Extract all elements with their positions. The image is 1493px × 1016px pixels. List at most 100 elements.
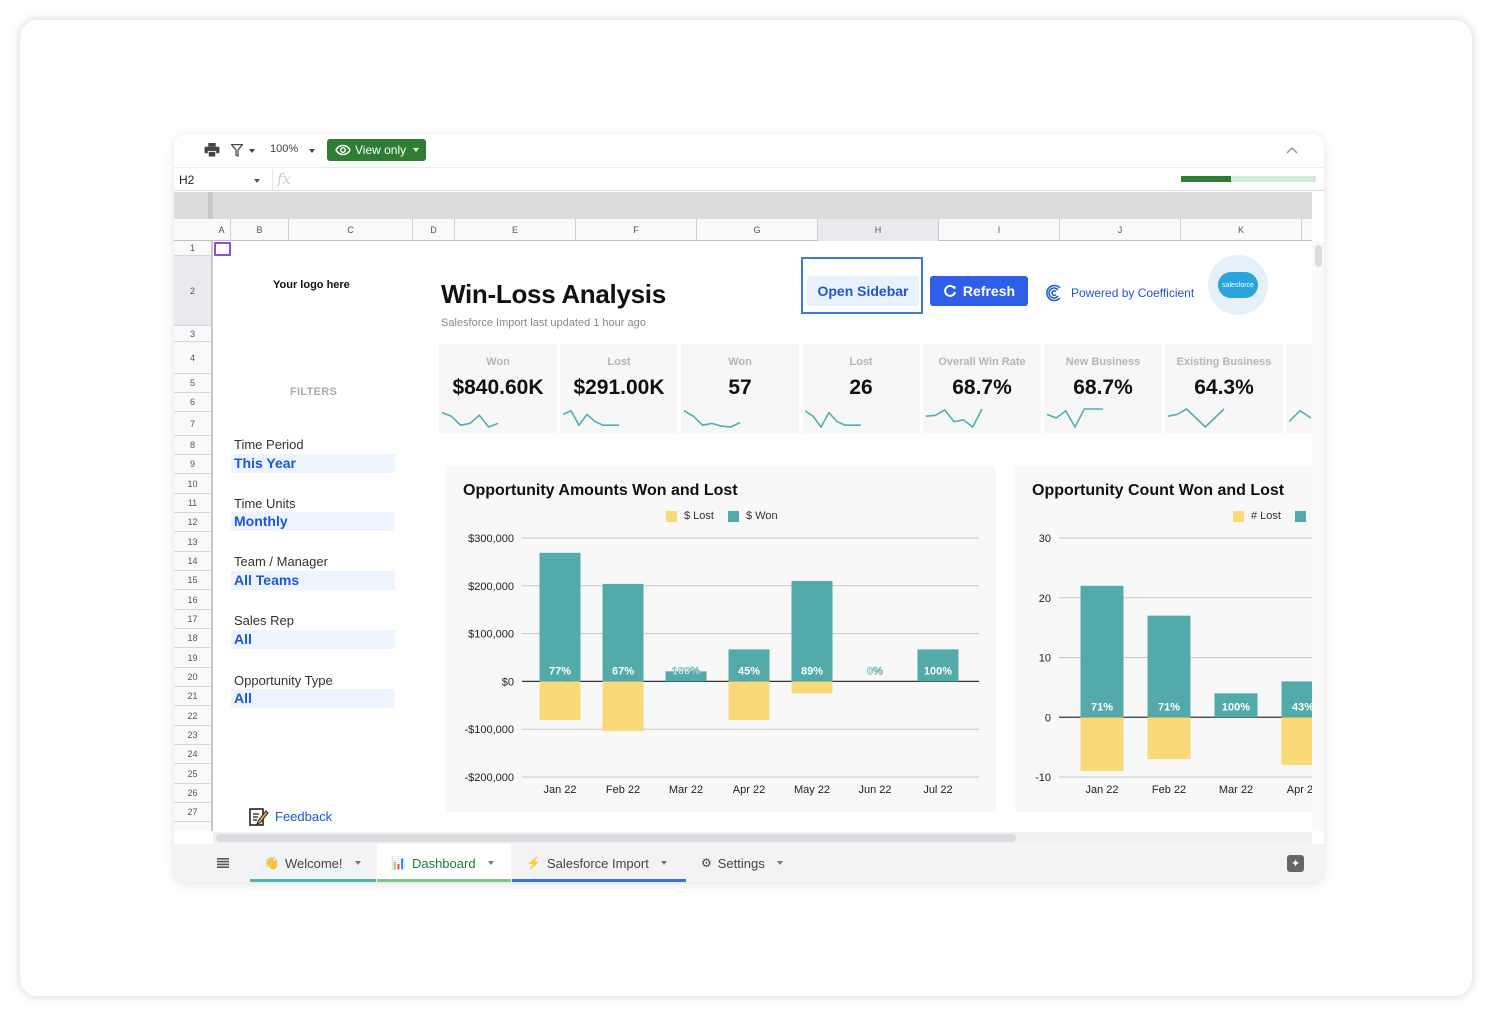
row-header-27[interactable]: 27 [174,803,211,822]
column-header-b[interactable]: B [231,219,289,241]
kpi-value: 26 [849,376,873,399]
bar-lost [539,681,581,721]
filter-dropdown-caret[interactable] [249,149,255,153]
sparkline [805,410,861,429]
chevron-down-icon[interactable] [487,861,494,865]
row-header-15[interactable]: 15 [174,571,211,590]
row-header-8[interactable]: 8 [174,436,211,455]
column-header-j[interactable]: J [1060,219,1181,241]
vertical-scrollbar[interactable] [1312,241,1324,831]
row-header-19[interactable]: 19 [174,648,211,668]
explore-icon[interactable]: ✦ [1287,855,1304,872]
row-header-14[interactable]: 14 [174,552,211,571]
row-header-1[interactable]: 1 [174,241,211,256]
fx-icon: fx [277,170,292,188]
sparkline-line [1168,408,1225,429]
feedback-link[interactable]: Feedback [249,807,332,826]
filter-time-units-value[interactable]: Monthly [231,512,395,531]
horizontal-scrollbar[interactable] [213,832,1312,844]
sheet-grid[interactable]: Your logo here FILTERS Time Period This … [213,241,1312,831]
column-header-f[interactable]: F [576,219,697,241]
column-header-c[interactable]: C [289,219,413,241]
x-tick-label: Feb 22 [1152,784,1186,796]
filter-time-period-label: Time Period [234,437,304,452]
sparkline [684,410,741,428]
sheet-tab-dashboard[interactable]: 📊 Dashboard [377,844,511,882]
filter-time-units-label: Time Units [234,496,296,511]
column-header-h[interactable]: H [818,219,939,241]
kpi-label: Overall Win Rate [938,356,1026,368]
chevron-down-icon[interactable] [776,861,783,865]
filter-opportunity-type-value[interactable]: All [231,689,395,708]
kpi-card [1286,344,1312,433]
chevron-down-icon[interactable] [660,861,667,865]
refresh-button[interactable]: Refresh [930,276,1028,306]
row-header-23[interactable]: 23 [174,726,211,745]
column-header-i[interactable]: I [939,219,1060,241]
row-header-11[interactable]: 11 [174,494,211,513]
vertical-scroll-thumb[interactable] [1315,245,1322,267]
kpi-label: Existing Business [1176,356,1272,368]
row-header-13[interactable]: 13 [174,532,211,552]
select-all-corner[interactable] [174,219,213,241]
kpi-card: Lost 26 [802,344,920,433]
zoom-dropdown-caret[interactable] [309,149,315,153]
bar-data-label: 100% [672,665,700,677]
formula-input[interactable] [310,173,1160,187]
chevron-down-icon[interactable] [354,861,361,865]
row-header-17[interactable]: 17 [174,610,211,629]
column-header-e[interactable]: E [455,219,576,241]
sheet-tab-salesforce-import[interactable]: ⚡ Salesforce Import [512,844,686,882]
row-header-7[interactable]: 7 [174,412,211,436]
row-header-25[interactable]: 25 [174,764,211,784]
zoom-select[interactable]: 100% [270,143,298,155]
filter-icon[interactable] [231,144,243,157]
bar-data-label: 100% [1222,701,1250,713]
name-box[interactable]: H2 [179,173,194,187]
row-header-22[interactable]: 22 [174,706,211,726]
row-header-4[interactable]: 4 [174,342,211,374]
row-header-12[interactable]: 12 [174,513,211,532]
printer-icon[interactable] [204,143,220,157]
y-tick-label: 20 [1039,593,1051,605]
horizontal-scroll-thumb[interactable] [216,834,1016,842]
row-header-18[interactable]: 18 [174,629,211,648]
name-box-caret[interactable] [254,179,260,183]
sheet-tab-settings[interactable]: ⚙ Settings [687,844,799,882]
sheet-tab-color-indicator [377,879,511,882]
sparkline [1168,408,1225,429]
last-updated-text: Salesforce Import last updated 1 hour ag… [441,317,646,329]
row-header-2[interactable]: 2 [174,256,211,326]
row-header-6[interactable]: 6 [174,393,211,412]
filter-sales-rep-value[interactable]: All [231,630,395,649]
column-header-k[interactable]: K [1181,219,1302,241]
chevron-down-icon [413,148,420,152]
column-header-d[interactable]: D [413,219,455,241]
feedback-icon [249,808,269,826]
collapse-toolbar-icon[interactable] [1286,146,1298,154]
row-header-26[interactable]: 26 [174,784,211,803]
row-header-24[interactable]: 24 [174,745,211,764]
sparkline [926,408,983,429]
powered-by-coefficient[interactable]: Powered by Coefficient [1045,284,1194,302]
sheet-tab-welcome[interactable]: 👋 Welcome! [250,844,376,882]
column-header-a[interactable]: A [213,219,231,241]
open-sidebar-button[interactable]: Open Sidebar [807,276,919,306]
selected-cell-a1[interactable] [214,242,231,256]
filter-team-value[interactable]: All Teams [231,571,395,590]
row-header-16[interactable]: 16 [174,590,211,610]
view-only-button[interactable]: View only [327,139,426,161]
row-header-5[interactable]: 5 [174,374,211,393]
bar-data-label: 89% [801,665,823,677]
row-header-10[interactable]: 10 [174,474,211,494]
column-header-g[interactable]: G [697,219,818,241]
row-header-20[interactable]: 20 [174,668,211,687]
filter-time-period-value[interactable]: This Year [231,454,395,473]
bar-lost [1080,717,1124,772]
row-header-21[interactable]: 21 [174,687,211,706]
loading-progress-fill [1181,176,1231,182]
all-sheets-menu-icon[interactable] [217,858,229,868]
sparkline-line [1047,408,1103,429]
row-header-3[interactable]: 3 [174,326,211,342]
row-header-9[interactable]: 9 [174,455,211,474]
